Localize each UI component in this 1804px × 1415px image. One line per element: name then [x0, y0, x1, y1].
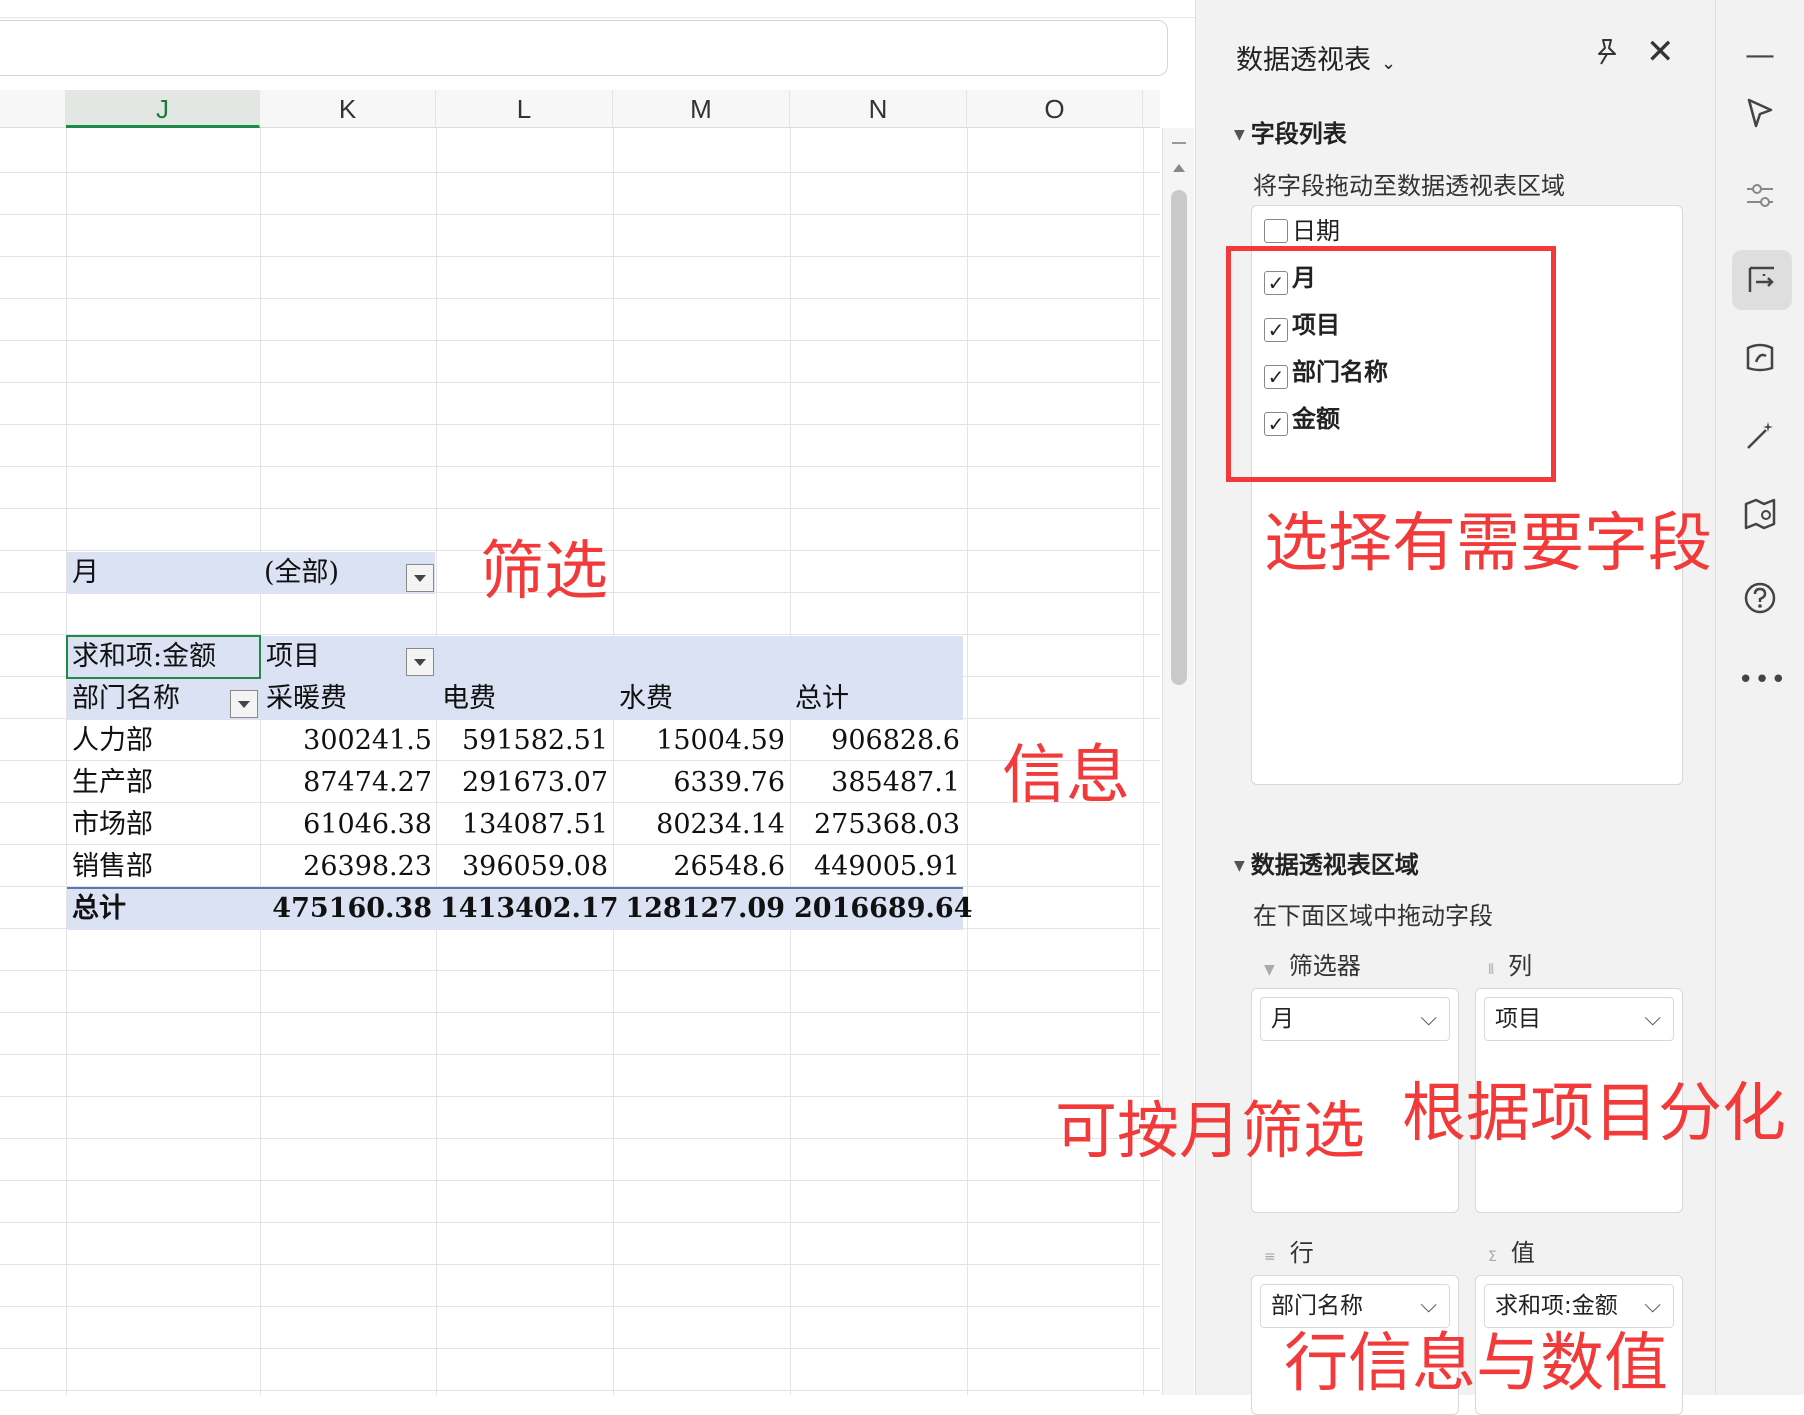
sigma-icon: Σ: [1488, 1249, 1497, 1265]
pivot-column-field[interactable]: 项目: [266, 636, 320, 678]
pivot-row-label[interactable]: 市场部: [72, 804, 153, 846]
column-header-l[interactable]: L: [436, 90, 613, 128]
column-headers: J K L M N O: [0, 90, 1160, 128]
pivot-total-cell[interactable]: 2016689.64: [794, 888, 972, 930]
pivot-value-cell[interactable]: 275368.03: [794, 804, 960, 846]
pivot-column-item[interactable]: 总计: [795, 678, 849, 720]
scroll-up-icon[interactable]: [1173, 164, 1185, 172]
pivot-value-cell[interactable]: 15004.59: [617, 720, 785, 762]
row-field-dropdown-button[interactable]: [230, 690, 258, 718]
pivot-value-cell[interactable]: 906828.6: [794, 720, 960, 762]
pin-icon[interactable]: [1591, 36, 1623, 68]
field-label: 日期: [1292, 217, 1340, 245]
column-area-item[interactable]: 项目 ⌵: [1484, 997, 1674, 1041]
scroll-thumb[interactable]: [1171, 190, 1187, 685]
pivot-total-label[interactable]: 总计: [72, 888, 126, 930]
fields-highlight-box: [1226, 246, 1556, 482]
field-item-date[interactable]: 日期: [1264, 214, 1340, 248]
checkbox-unchecked[interactable]: [1264, 219, 1288, 243]
column-header-j[interactable]: J: [66, 90, 260, 128]
month-filter-annotation: 可按月筛选: [1055, 1094, 1366, 1167]
column-header-edge[interactable]: [0, 90, 66, 128]
scroll-dash-icon: [1172, 142, 1186, 144]
collapse-triangle-icon[interactable]: ▼: [1234, 127, 1245, 143]
pivot-icon[interactable]: [1732, 250, 1792, 310]
right-toolbar: — •••: [1715, 0, 1804, 1395]
minimize-icon[interactable]: —: [1738, 34, 1782, 78]
pivot-value-cell[interactable]: 26398.23: [264, 846, 432, 888]
chevron-down-icon[interactable]: ⌄: [1381, 53, 1396, 74]
filter-dropdown-button[interactable]: [406, 564, 434, 592]
column-header-n[interactable]: N: [790, 90, 967, 128]
filter-annotation: 筛选: [480, 535, 608, 609]
vertical-scrollbar[interactable]: [1162, 128, 1194, 1395]
column-area-label: ⦀ 列: [1488, 952, 1533, 980]
chevron-down-icon: ⌵: [1420, 1006, 1437, 1031]
column-field-dropdown-button[interactable]: [406, 648, 434, 676]
column-header-k[interactable]: K: [260, 90, 436, 128]
column-header-o[interactable]: O: [967, 90, 1143, 128]
filter-icon: ▼: [1264, 962, 1275, 978]
map-icon[interactable]: [1738, 496, 1782, 540]
pivot-filter-value[interactable]: (全部): [264, 552, 339, 594]
pivot-value-header[interactable]: 求和项:金额: [72, 636, 216, 678]
pointer-icon[interactable]: [1738, 96, 1782, 140]
pivot-filter-band: [67, 552, 435, 594]
pivot-table-pane: 数据透视表 ⌄ ✕ ▼ 字段列表 将字段拖动至数据透视表区域 日期 ✓ 月 ✓ 项目 ✓…: [1195, 0, 1715, 1415]
window-top-strip: [0, 0, 1195, 18]
field-list-section-title[interactable]: ▼ 字段列表: [1234, 114, 1347, 149]
close-icon[interactable]: ✕: [1646, 32, 1675, 72]
pivot-value-cell[interactable]: 591582.51: [440, 720, 608, 762]
pivot-value-cell[interactable]: 80234.14: [617, 804, 785, 846]
filter-area-label: ▼ 筛选器: [1264, 952, 1361, 980]
pivot-value-cell[interactable]: 291673.07: [440, 762, 608, 804]
help-icon[interactable]: [1738, 580, 1782, 624]
pivot-value-cell[interactable]: 6339.76: [617, 762, 785, 804]
pivot-column-item[interactable]: 水费: [619, 678, 673, 720]
pivot-total-cell[interactable]: 1413402.17: [440, 888, 618, 930]
pivot-value-cell[interactable]: 26548.6: [617, 846, 785, 888]
pivot-row-field[interactable]: 部门名称: [72, 678, 180, 720]
column-header-m[interactable]: M: [613, 90, 790, 128]
pivot-column-item[interactable]: 采暖费: [266, 678, 347, 720]
area-hint: 在下面区域中拖动字段: [1253, 902, 1493, 930]
pivot-column-item[interactable]: 电费: [442, 678, 496, 720]
info-annotation: 信息: [1002, 739, 1130, 813]
project-split-annotation: 根据项目分化: [1402, 1077, 1786, 1151]
pivot-row-label[interactable]: 人力部: [72, 720, 153, 762]
select-fields-annotation: 选择有需要字段: [1264, 507, 1712, 581]
pivot-value-cell[interactable]: 134087.51: [440, 804, 608, 846]
filter-area-item[interactable]: 月 ⌵: [1260, 997, 1450, 1041]
pivot-value-cell[interactable]: 61046.38: [264, 804, 432, 846]
magic-icon[interactable]: [1738, 418, 1782, 462]
sliders-icon[interactable]: [1738, 178, 1782, 222]
columns-icon: ⦀: [1488, 962, 1495, 978]
pivot-filter-label[interactable]: 月: [72, 552, 99, 594]
style-icon[interactable]: [1738, 340, 1782, 384]
pivot-row-label[interactable]: 销售部: [72, 846, 153, 888]
pane-title-label: 数据透视表: [1236, 45, 1371, 76]
pivot-value-cell[interactable]: 300241.5: [264, 720, 432, 762]
pivot-total-cell[interactable]: 128127.09: [617, 888, 785, 930]
field-list-title-label: 字段列表: [1250, 120, 1347, 148]
value-area-label: Σ值: [1488, 1239, 1535, 1267]
chevron-down-icon: ⌵: [1644, 1006, 1661, 1031]
rows-icon: ≡: [1264, 1249, 1276, 1265]
pivot-value-cell[interactable]: 87474.27: [264, 762, 432, 804]
formula-bar[interactable]: [0, 20, 1168, 76]
row-value-annotation: 行信息与数值: [1284, 1327, 1668, 1401]
area-section-title-label: 数据透视表区域: [1250, 851, 1419, 879]
pivot-value-cell[interactable]: 396059.08: [440, 846, 608, 888]
pane-title[interactable]: 数据透视表 ⌄: [1236, 38, 1396, 77]
pivot-total-cell[interactable]: 475160.38: [264, 888, 432, 930]
more-icon[interactable]: •••: [1738, 658, 1786, 702]
row-area-label: ≡ 行: [1264, 1239, 1314, 1267]
pivot-row-label[interactable]: 生产部: [72, 762, 153, 804]
pivot-value-cell[interactable]: 449005.91: [794, 846, 960, 888]
field-list-hint: 将字段拖动至数据透视表区域: [1253, 172, 1565, 200]
pivot-value-cell[interactable]: 385487.1: [794, 762, 960, 804]
collapse-triangle-icon[interactable]: ▼: [1234, 858, 1245, 874]
area-section-title[interactable]: ▼ 数据透视表区域: [1234, 845, 1419, 880]
